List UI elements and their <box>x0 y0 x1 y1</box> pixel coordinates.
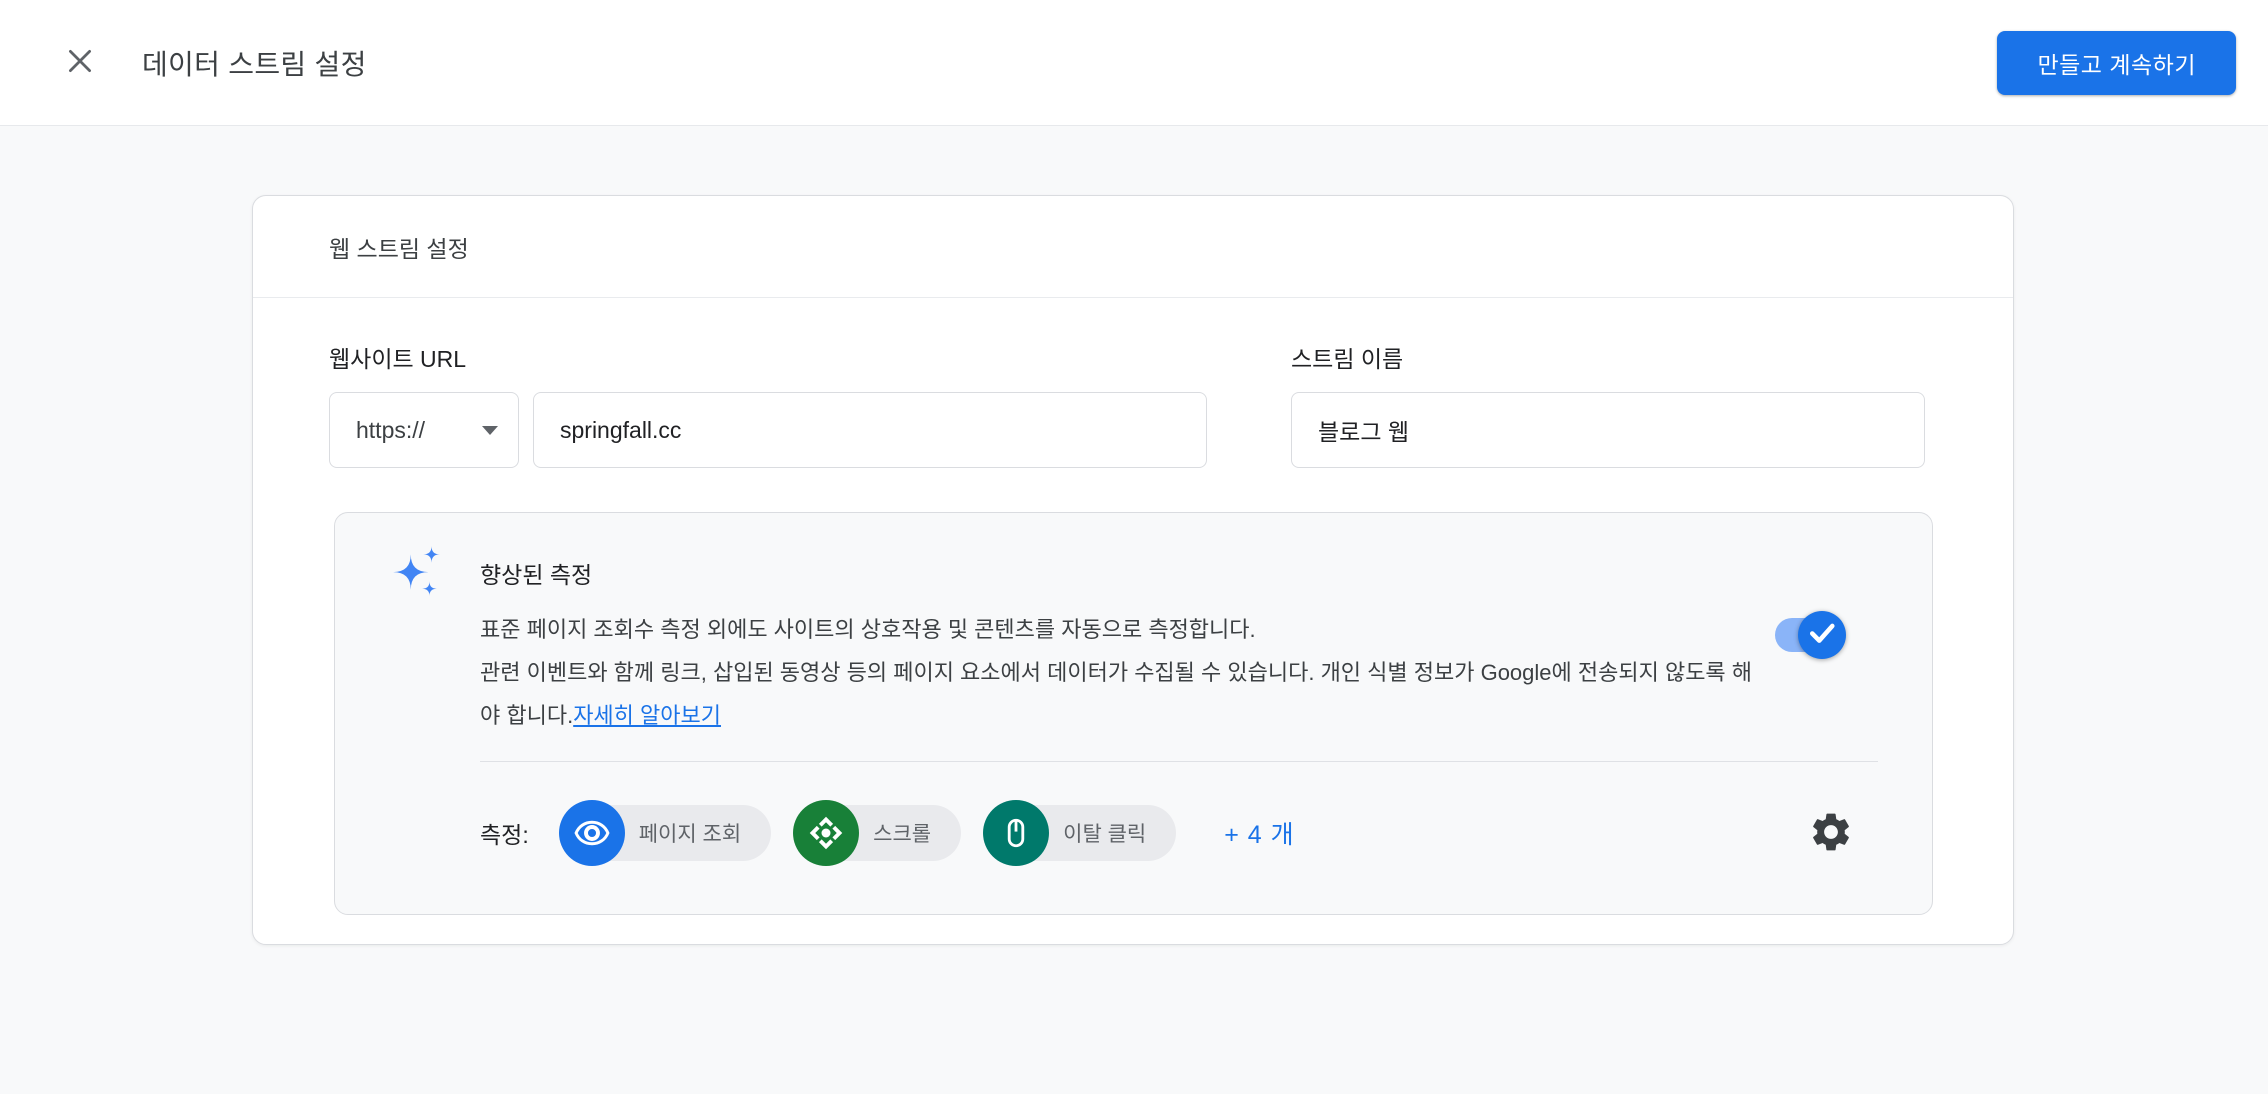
chip-page-view: 페이지 조회 <box>559 800 771 866</box>
close-icon <box>64 45 96 80</box>
more-measurements-link[interactable]: + 4 개 <box>1224 815 1294 851</box>
chip-outbound-click: 이탈 클릭 <box>983 800 1176 866</box>
chevron-down-icon <box>482 426 498 435</box>
header-bar: 데이터 스트림 설정 만들고 계속하기 <box>0 0 2268 126</box>
learn-more-link[interactable]: 자세히 알아보기 <box>573 703 721 728</box>
gear-icon <box>1808 809 1854 858</box>
stream-name-label: 스트림 이름 <box>1291 340 1925 374</box>
chip-scroll: 스크롤 <box>793 800 961 866</box>
measure-label: 측정: <box>480 816 529 850</box>
page-title: 데이터 스트림 설정 <box>142 43 367 83</box>
enhanced-measurement-toggle[interactable] <box>1775 618 1843 652</box>
protocol-value: https:// <box>356 417 425 444</box>
card-title: 웹 스트림 설정 <box>253 196 2013 298</box>
description-line-1: 표준 페이지 조회수 측정 외에도 사이트의 상호작용 및 콘텐츠를 자동으로 … <box>480 608 1755 651</box>
sparkle-icon <box>390 543 444 602</box>
enhanced-measurement-settings-button[interactable] <box>1806 808 1856 858</box>
web-stream-card: 웹 스트림 설정 웹사이트 URL https:// 스트림 이름 <box>252 195 2014 945</box>
mouse-icon <box>983 800 1049 866</box>
create-continue-button[interactable]: 만들고 계속하기 <box>1997 31 2236 95</box>
stream-form: 웹사이트 URL https:// 스트림 이름 <box>329 340 1925 468</box>
measurement-chips-row: 측정: 페이지 조회 <box>480 800 1856 866</box>
scroll-icon <box>793 800 859 866</box>
enhanced-measurement-panel: 향상된 측정 표준 페이지 조회수 측정 외에도 사이트의 상호작용 및 콘텐츠… <box>334 512 1933 915</box>
stream-name-input[interactable] <box>1291 392 1925 468</box>
close-button[interactable] <box>58 41 102 85</box>
divider <box>480 761 1878 762</box>
check-icon <box>1809 622 1835 649</box>
toggle-thumb <box>1798 611 1846 659</box>
enhanced-measurement-title: 향상된 측정 <box>480 556 592 590</box>
description-line-2: 관련 이벤트와 함께 링크, 삽입된 동영상 등의 페이지 요소에서 데이터가 … <box>480 651 1755 737</box>
eye-icon <box>559 800 625 866</box>
website-url-input[interactable] <box>533 392 1207 468</box>
website-url-label: 웹사이트 URL <box>329 340 1207 374</box>
enhanced-measurement-description: 표준 페이지 조회수 측정 외에도 사이트의 상호작용 및 콘텐츠를 자동으로 … <box>480 608 1755 737</box>
protocol-dropdown[interactable]: https:// <box>329 392 519 468</box>
